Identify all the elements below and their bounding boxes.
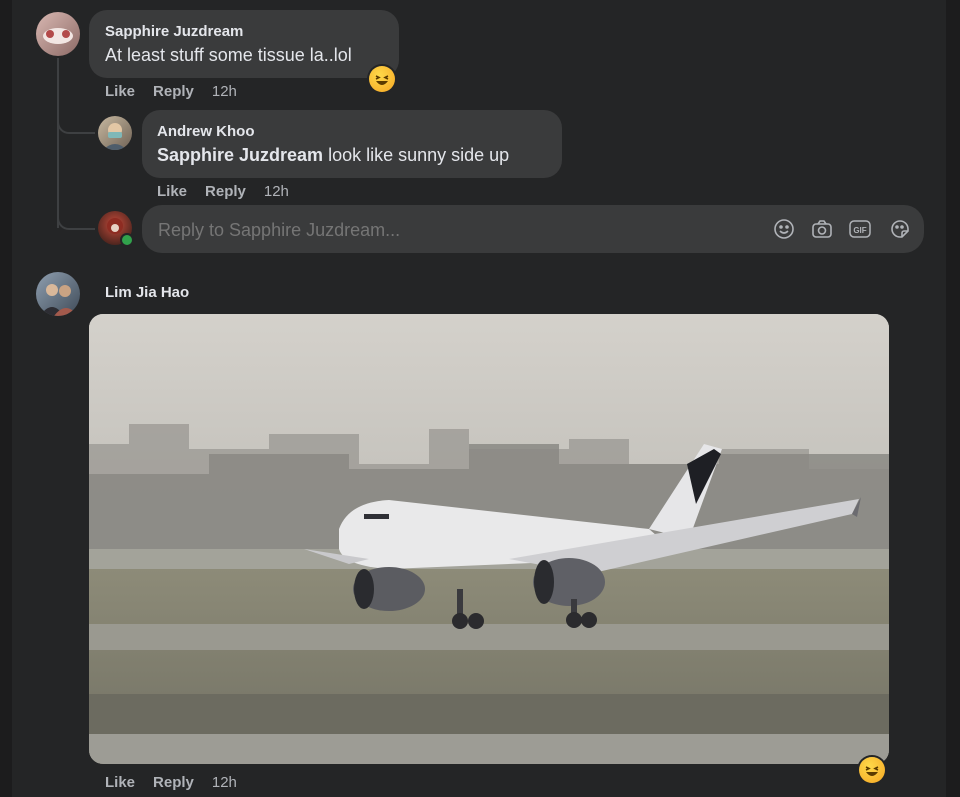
svg-text:GIF: GIF [853, 226, 866, 235]
sticker-icon[interactable] [888, 217, 912, 241]
gif-image[interactable] [89, 314, 889, 764]
like-button[interactable]: Like [105, 774, 135, 791]
avatar-image [103, 123, 127, 150]
comment-text: Sapphire Juzdream look like sunny side u… [157, 145, 509, 166]
like-button[interactable]: Like [157, 183, 187, 200]
comment-actions: Like Reply 12h [105, 774, 255, 791]
comment-bubble: Andrew Khoo Sapphire Juzdream look like … [142, 110, 562, 178]
comment-bubble: Sapphire Juzdream At least stuff some ti… [89, 10, 399, 78]
reply-input[interactable] [156, 215, 740, 245]
timestamp[interactable]: 12h [264, 183, 289, 200]
comment-author[interactable]: Andrew Khoo [157, 123, 255, 140]
reply-button[interactable]: Reply [205, 183, 246, 200]
avatar-image [43, 28, 73, 44]
comment-text: At least stuff some tissue la..lol [105, 45, 352, 65]
gif-icon[interactable]: GIF [848, 217, 872, 241]
timestamp[interactable]: 12h [212, 774, 237, 791]
online-status-dot [122, 235, 132, 245]
reply-input-box[interactable]: GIF [142, 205, 924, 253]
comment-actions: Like Reply 12h [157, 183, 307, 200]
avatar[interactable] [36, 12, 80, 56]
laughing-emoji-icon[interactable] [859, 757, 885, 783]
laughing-emoji-icon[interactable] [369, 66, 395, 92]
reply-button[interactable]: Reply [153, 774, 194, 791]
avatar[interactable] [98, 116, 132, 150]
thread-line-branch-reply [57, 204, 95, 230]
thread-line-branch [57, 108, 95, 134]
timestamp[interactable]: 12h [212, 83, 237, 100]
airplane-scene [89, 314, 889, 764]
comment-actions: Like Reply 12h [105, 83, 255, 100]
avatar[interactable] [36, 272, 80, 316]
emoji-icon[interactable] [772, 217, 796, 241]
comment-text-body: look like sunny side up [323, 145, 510, 165]
comment-author[interactable]: Lim Jia Hao [105, 284, 189, 301]
mention-link[interactable]: Sapphire Juzdream [157, 145, 323, 165]
reply-button[interactable]: Reply [153, 83, 194, 100]
camera-icon[interactable] [810, 217, 834, 241]
thread-line-vertical [57, 58, 59, 228]
comment-author[interactable]: Sapphire Juzdream [105, 23, 243, 40]
like-button[interactable]: Like [105, 83, 135, 100]
avatar-image [40, 284, 78, 316]
